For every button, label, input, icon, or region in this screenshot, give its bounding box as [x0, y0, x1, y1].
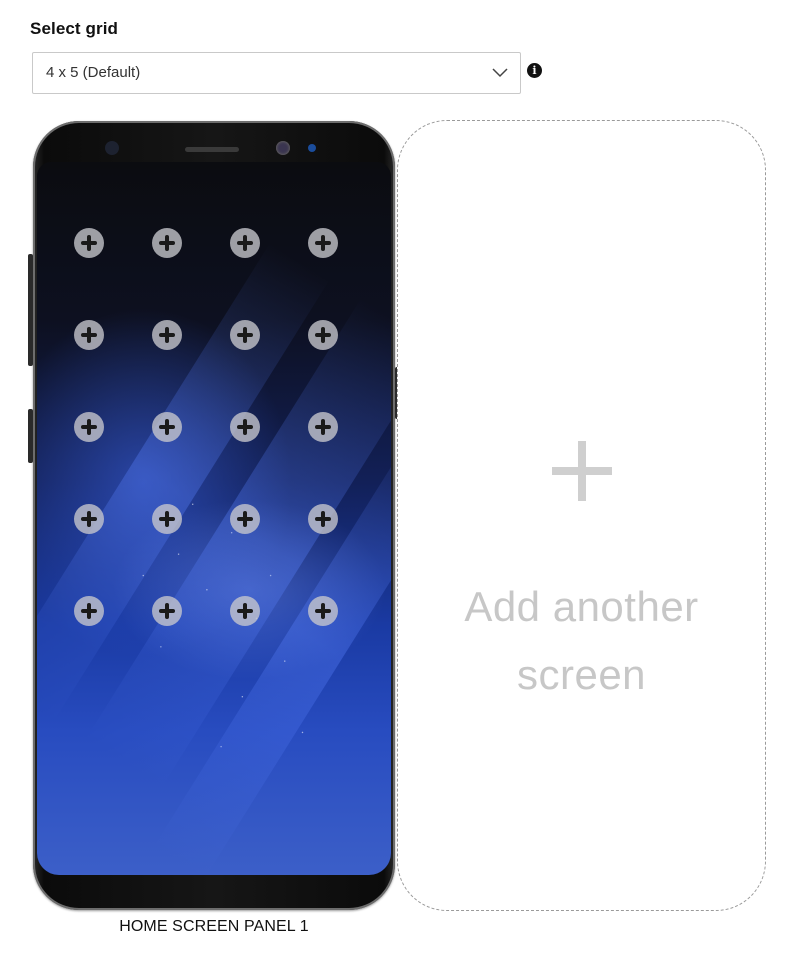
add-app-slot-r5c2[interactable]	[152, 596, 182, 626]
add-app-slot-r4c4[interactable]	[308, 504, 338, 534]
add-app-slot-r2c3[interactable]	[230, 320, 260, 350]
add-screen-text-line2: screen	[516, 651, 647, 698]
add-app-slot-r4c1[interactable]	[74, 504, 104, 534]
add-app-slot-r1c3[interactable]	[230, 228, 260, 258]
add-app-slot-r4c3[interactable]	[230, 504, 260, 534]
add-app-slot-r3c2[interactable]	[152, 412, 182, 442]
add-app-slot-r5c3[interactable]	[230, 596, 260, 626]
add-app-slot-r2c1[interactable]	[74, 320, 104, 350]
add-app-slot-r4c2[interactable]	[152, 504, 182, 534]
plus-icon	[552, 441, 612, 501]
add-app-slot-r3c4[interactable]	[308, 412, 338, 442]
front-sensor-icon	[105, 141, 119, 155]
add-screen-text-line1: Add another	[464, 583, 699, 630]
add-app-slot-r5c1[interactable]	[74, 596, 104, 626]
add-app-slot-r2c2[interactable]	[152, 320, 182, 350]
add-app-slot-r3c1[interactable]	[74, 412, 104, 442]
bixby-button	[28, 409, 33, 463]
earpiece	[185, 147, 239, 152]
select-grid-label: Select grid	[30, 19, 119, 38]
front-camera-icon	[276, 141, 290, 155]
grid-select-value: 4 x 5 (Default)	[46, 64, 141, 81]
add-app-slot-r2c4[interactable]	[308, 320, 338, 350]
panel-label: HOME SCREEN PANEL 1	[119, 918, 309, 935]
add-app-slot-r1c2[interactable]	[152, 228, 182, 258]
phone-screen	[37, 162, 391, 875]
add-app-slot-r5c4[interactable]	[308, 596, 338, 626]
add-app-slot-r1c4[interactable]	[308, 228, 338, 258]
home-screen-panel-1	[28, 121, 400, 910]
add-app-slot-r3c3[interactable]	[230, 412, 260, 442]
grid-select-dropdown[interactable]: 4 x 5 (Default)	[32, 52, 521, 94]
iris-sensor-icon	[308, 144, 316, 152]
volume-button	[28, 254, 33, 366]
chevron-down-icon	[492, 68, 508, 78]
add-screen-text: Add another screen	[398, 573, 765, 709]
info-icon[interactable]: i	[527, 63, 542, 78]
add-app-slot-r1c1[interactable]	[74, 228, 104, 258]
add-another-screen-button[interactable]: Add another screen	[397, 120, 766, 911]
